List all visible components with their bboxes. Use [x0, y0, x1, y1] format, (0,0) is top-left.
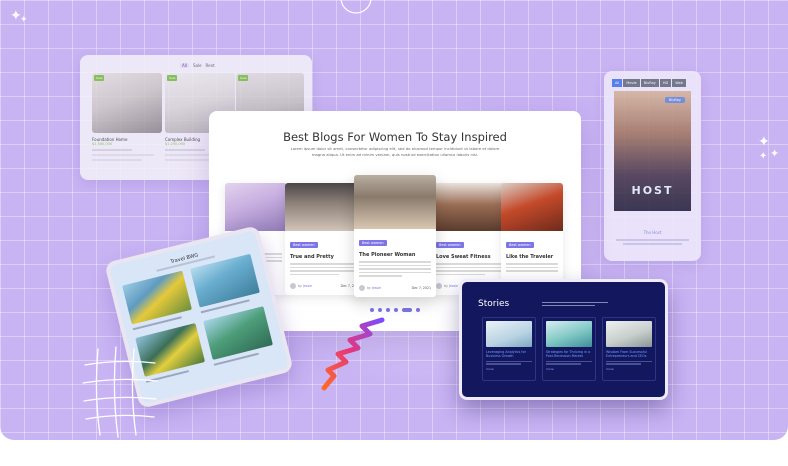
blog-tag[interactable]: Best women: [506, 242, 534, 248]
travel-photo[interactable]: [203, 306, 273, 360]
bluray-button[interactable]: BluRay: [664, 97, 685, 103]
grid-scribble-decoration: [82, 346, 158, 438]
story-more-link[interactable]: more: [486, 367, 532, 371]
stories-title: Stories: [478, 299, 510, 309]
author-avatar: [359, 285, 365, 291]
property-badge: Sale: [94, 75, 105, 81]
sparkle-icon: ✦: [758, 134, 770, 150]
movie-filter-tabs: All Movie BluRay HD Web: [612, 79, 686, 87]
blog-photo: [431, 183, 511, 231]
sparkle-icon: ✦: [20, 15, 28, 25]
tab-hd[interactable]: HD: [659, 79, 672, 87]
circle-outline-decoration: [340, 0, 372, 14]
blog-tag[interactable]: Best women: [436, 242, 464, 248]
story-excerpt: [606, 360, 652, 365]
stories-tablet: Stories Leveraging Analytics for Busines…: [459, 279, 668, 400]
story-title[interactable]: Leveraging Analytics for Business Growth: [486, 350, 532, 359]
blog-date: Dec 7, 2021: [411, 286, 431, 290]
story-photo: [606, 321, 652, 347]
blog-card-featured[interactable]: Best women The Pioneer Woman by Jessie D…: [354, 175, 436, 297]
author-avatar: [290, 283, 296, 289]
story-photo: [546, 321, 592, 347]
property-item[interactable]: Sale Foundation Home $1,500,000: [92, 73, 162, 161]
story-excerpt: [546, 360, 592, 365]
property-price: $1,500,000: [92, 142, 113, 146]
story-card[interactable]: Strategies for Thriving in a Post-Recess…: [542, 317, 596, 381]
property-text-line: [92, 154, 154, 156]
property-badge: Sale: [238, 75, 249, 81]
stories-description: [542, 300, 608, 308]
blog-meta: by Jessie Dec 7, 2021: [359, 285, 431, 291]
blog-excerpt: [506, 263, 558, 272]
sparkle-icon: ✦: [759, 151, 768, 162]
movie-poster[interactable]: BluRay HOST: [614, 91, 691, 211]
story-card[interactable]: Leveraging Analytics for Business Growth…: [482, 317, 536, 381]
blog-meta: by Jessie Dec 7, 2021: [290, 283, 360, 289]
blog-photo: [501, 183, 563, 231]
tab-sale[interactable]: Sale: [193, 63, 202, 68]
sparkle-icon: ✦: [770, 147, 780, 160]
blog-title[interactable]: The Pioneer Woman: [359, 252, 431, 258]
movie-description: [616, 237, 689, 247]
story-card[interactable]: Wisdom From Successful Entrepreneurs and…: [602, 317, 656, 381]
blog-card[interactable]: Best women True and Pretty by Jessie Dec…: [285, 183, 365, 295]
blog-photo: [354, 175, 436, 229]
property-text-line: [92, 159, 142, 161]
story-photo: [486, 321, 532, 347]
blog-title[interactable]: Love Sweat Fitness: [436, 254, 506, 260]
author-name[interactable]: Jessie: [303, 284, 312, 288]
tab-web[interactable]: Web: [672, 79, 686, 87]
carousel-dot-active[interactable]: [402, 308, 412, 312]
property-badge: Sale: [167, 75, 178, 81]
author-name[interactable]: Jessie: [372, 286, 381, 290]
tab-all[interactable]: All: [612, 79, 623, 87]
property-photo: Sale: [92, 73, 162, 133]
carousel-dot[interactable]: [416, 308, 420, 312]
tab-rent[interactable]: Rent: [206, 63, 215, 68]
property-filter-tabs: All Sale Rent: [180, 63, 215, 68]
blog-tag[interactable]: Best women: [290, 242, 318, 248]
tab-all[interactable]: All: [180, 63, 189, 68]
blog-title[interactable]: Like the Traveler: [506, 254, 558, 260]
author-name[interactable]: Jessie: [449, 284, 458, 288]
blog-excerpt: [359, 261, 431, 277]
story-title[interactable]: Strategies for Thriving in a Post-Recess…: [546, 350, 592, 359]
section-description: Lorem ipsum dolor sit amet, consectetur …: [290, 146, 500, 158]
tab-bluray[interactable]: BluRay: [640, 79, 659, 87]
blog-tag[interactable]: Best women: [359, 240, 387, 246]
zigzag-decoration: [321, 317, 385, 391]
property-meta: [165, 149, 205, 151]
story-more-link[interactable]: more: [606, 367, 652, 371]
tab-movie[interactable]: Movie: [623, 79, 640, 87]
story-excerpt: [486, 360, 532, 365]
story-title[interactable]: Wisdom From Successful Entrepreneurs and…: [606, 350, 652, 359]
poster-title: HOST: [631, 184, 674, 197]
section-title: Best Blogs For Women To Stay Inspired: [283, 130, 507, 144]
blog-photo: [225, 183, 287, 231]
phone-mockup: All Movie BluRay HD Web BluRay HOST The …: [604, 71, 701, 261]
blog-photo: [285, 183, 365, 231]
movie-title[interactable]: The Host: [604, 230, 701, 235]
property-text-line: [165, 159, 215, 161]
hero-scene: ✦ ✦ ✦ ✦ ✦ All Sale Rent Sale Foundation …: [0, 0, 788, 440]
story-more-link[interactable]: more: [546, 367, 592, 371]
blog-excerpt: [290, 263, 360, 276]
blog-excerpt: [436, 263, 506, 276]
blog-title[interactable]: True and Pretty: [290, 254, 360, 260]
author-avatar: [436, 283, 442, 289]
property-meta: [92, 149, 132, 151]
